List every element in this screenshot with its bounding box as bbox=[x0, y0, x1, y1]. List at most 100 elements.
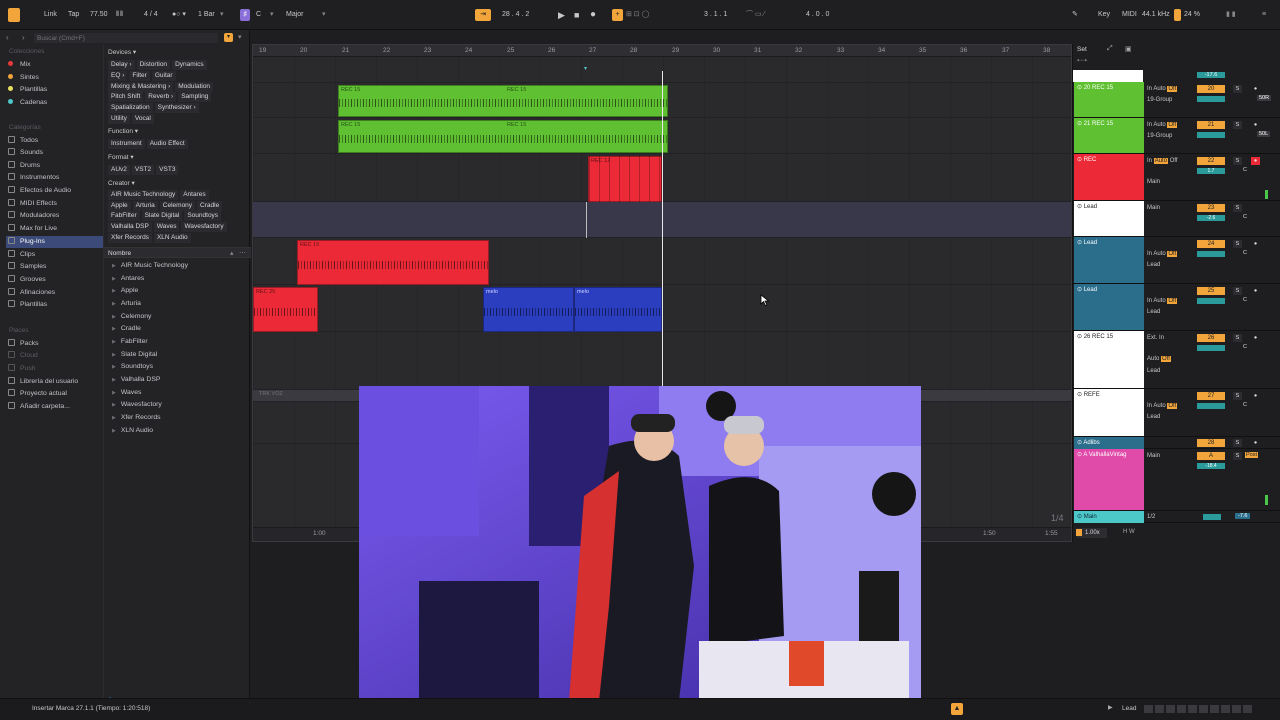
mini-mixer[interactable] bbox=[1144, 705, 1254, 713]
pan-value[interactable]: C bbox=[1243, 297, 1247, 303]
filter-row[interactable]: Spatialization Synthesizer › bbox=[108, 103, 201, 113]
volume-slider[interactable] bbox=[1203, 514, 1221, 520]
search-input[interactable] bbox=[34, 33, 218, 43]
audio-clip[interactable]: melo bbox=[574, 287, 662, 332]
pan-value[interactable]: 50R bbox=[1257, 95, 1272, 101]
main-level[interactable]: -7.6 bbox=[1235, 513, 1251, 519]
sort-icon[interactable]: ▴ bbox=[230, 249, 234, 257]
nudge-icon[interactable]: ⫴⫴ bbox=[116, 9, 124, 21]
expand-arrow-icon[interactable]: ▶ bbox=[112, 263, 116, 269]
mixer-track[interactable]: ⊙ Adlibs 28 S ● bbox=[1073, 437, 1280, 449]
track-title[interactable]: ⊙ 20 REC 15 bbox=[1074, 82, 1144, 117]
category-max-for-live[interactable]: Max for Live bbox=[8, 223, 57, 235]
function-filter-label[interactable]: Function ▾ bbox=[108, 127, 138, 135]
playhead[interactable] bbox=[662, 71, 663, 389]
filter-row[interactable]: Delay › Distortion Dynamics bbox=[108, 60, 209, 70]
play-small-icon[interactable]: ▶ bbox=[1108, 704, 1113, 711]
midi-clip[interactable]: REC 12 bbox=[588, 156, 662, 202]
expand-arrow-icon[interactable]: ▶ bbox=[112, 390, 116, 396]
pan-value[interactable]: C bbox=[1243, 167, 1247, 173]
track-title[interactable]: ⊙ Lead bbox=[1074, 284, 1144, 330]
arm-icon[interactable]: ● bbox=[1251, 121, 1260, 129]
output-routing[interactable]: Main bbox=[1147, 453, 1160, 459]
back-arrow-icon[interactable]: ‹ bbox=[6, 33, 9, 42]
tree-item[interactable]: ▶ FabFilter bbox=[112, 336, 148, 348]
arm-icon[interactable]: ● bbox=[1251, 287, 1260, 295]
key-select[interactable]: C bbox=[256, 9, 261, 21]
category-efectos-audio[interactable]: Efectos de Audio bbox=[8, 185, 71, 197]
tree-item[interactable]: ▶ Soundtoys bbox=[112, 361, 153, 373]
filter-icon[interactable]: ▾ bbox=[224, 33, 233, 42]
scale-select[interactable]: Major bbox=[286, 9, 304, 21]
filter-row[interactable]: Instrument Audio Effect bbox=[108, 139, 190, 149]
play-icon[interactable]: ▶ bbox=[558, 9, 565, 21]
category-grooves[interactable]: Grooves bbox=[8, 274, 46, 286]
solo-button[interactable]: S bbox=[1233, 392, 1242, 400]
volume-slider[interactable] bbox=[1197, 132, 1225, 138]
expand-arrow-icon[interactable]: ▶ bbox=[112, 301, 116, 307]
h-w-toggle[interactable]: H W bbox=[1123, 529, 1135, 535]
category-samples[interactable]: Samples bbox=[8, 261, 46, 273]
arm-icon[interactable]: ● bbox=[1251, 85, 1260, 93]
output-routing[interactable]: Main bbox=[1147, 179, 1160, 185]
track-number[interactable]: 21 bbox=[1197, 121, 1225, 129]
volume-slider[interactable]: -2.6 bbox=[1197, 215, 1225, 221]
solo-button[interactable]: S bbox=[1233, 85, 1242, 93]
tree-item[interactable]: ▶ XLN Audio bbox=[112, 425, 153, 437]
output-routing[interactable]: Lead bbox=[1147, 368, 1160, 374]
audio-clip[interactable]: melo bbox=[483, 287, 574, 332]
tree-item[interactable]: ▶ Cradle bbox=[112, 323, 141, 335]
name-column-header[interactable]: Nombre ▴ ⋯ bbox=[104, 247, 251, 258]
solo-button[interactable]: S bbox=[1233, 439, 1242, 447]
tree-item[interactable]: ▶ Arturia bbox=[112, 298, 141, 310]
marker-arrow-icon[interactable]: ▾ bbox=[584, 65, 587, 72]
monitor-selector[interactable]: In Auto Off bbox=[1147, 403, 1178, 409]
fold-icon[interactable]: ⊙ bbox=[1077, 204, 1084, 210]
fold-icon[interactable]: ⊙ bbox=[1077, 514, 1084, 520]
filter-row[interactable]: Xfer Records XLN Audio bbox=[108, 233, 193, 243]
arm-icon[interactable]: ● bbox=[1251, 334, 1260, 342]
fold-icon[interactable]: ⊙ bbox=[1077, 240, 1084, 246]
chevron-down-icon[interactable]: ▾ bbox=[270, 9, 274, 21]
category-clips[interactable]: Clips bbox=[8, 249, 35, 261]
expand-arrow-icon[interactable]: ▶ bbox=[112, 364, 116, 370]
monitor-selector[interactable]: In Auto Off bbox=[1147, 86, 1178, 92]
track-number[interactable]: 26 bbox=[1197, 334, 1225, 342]
category-todos[interactable]: Todos bbox=[8, 135, 38, 147]
menu-icon[interactable]: ≡ bbox=[1262, 9, 1266, 21]
arrows-icon[interactable]: ⇠⇢ bbox=[1077, 57, 1087, 64]
output-routing[interactable]: Lead bbox=[1147, 414, 1160, 420]
alert-icon[interactable]: ▲ bbox=[951, 703, 963, 715]
midi-map-button[interactable]: MIDI bbox=[1122, 9, 1137, 21]
expand-icon[interactable]: ⤢ bbox=[1107, 45, 1113, 53]
filter-row[interactable]: Apple Arturia Celemony Cradle bbox=[108, 201, 224, 211]
metronome-icon[interactable]: ●○ ▾ bbox=[172, 9, 186, 21]
monitor-selector[interactable]: Auto Off bbox=[1147, 356, 1171, 362]
track-number[interactable]: 20 bbox=[1197, 85, 1225, 93]
category-moduladores[interactable]: Moduladores bbox=[8, 210, 59, 222]
category-afinaciones[interactable]: Afinaciones bbox=[8, 287, 55, 299]
pan-value[interactable]: C bbox=[1243, 250, 1247, 256]
fold-icon[interactable]: ⊙ bbox=[1077, 157, 1084, 163]
category-sounds[interactable]: Sounds bbox=[8, 147, 43, 159]
tree-item[interactable]: ▶ Valhalla DSP bbox=[112, 374, 160, 386]
output-routing[interactable]: Lead bbox=[1147, 309, 1160, 315]
volume-slider[interactable]: -18.4 bbox=[1197, 463, 1225, 469]
audio-clip[interactable]: REC 15 REC 15 bbox=[338, 120, 668, 153]
fold-icon[interactable]: ⊙ bbox=[1077, 287, 1084, 293]
track-number[interactable]: 28 bbox=[1197, 439, 1225, 447]
filter-row[interactable]: Mixing & Mastering › Modulation bbox=[108, 82, 215, 92]
browser-toggle-icon[interactable] bbox=[8, 8, 20, 22]
volume-slider[interactable] bbox=[1197, 345, 1225, 351]
place-push[interactable]: Push bbox=[8, 363, 36, 375]
record-icon[interactable]: ● bbox=[590, 9, 596, 21]
mixer-track[interactable]: ⊙ 20 REC 15 In Auto Off 19-Group 20 S ● … bbox=[1073, 82, 1280, 118]
volume-slider[interactable] bbox=[1197, 251, 1225, 257]
track-number[interactable]: 22 bbox=[1197, 157, 1225, 165]
category-instrumentos[interactable]: Instrumentos bbox=[8, 172, 59, 184]
tree-item[interactable]: ▶ Wavesfactory bbox=[112, 399, 162, 411]
expand-arrow-icon[interactable]: ▶ bbox=[112, 314, 116, 320]
output-routing[interactable]: 19-Group bbox=[1147, 133, 1172, 139]
save-icon[interactable]: ▣ bbox=[1125, 45, 1132, 53]
forward-arrow-icon[interactable]: › bbox=[22, 33, 25, 42]
